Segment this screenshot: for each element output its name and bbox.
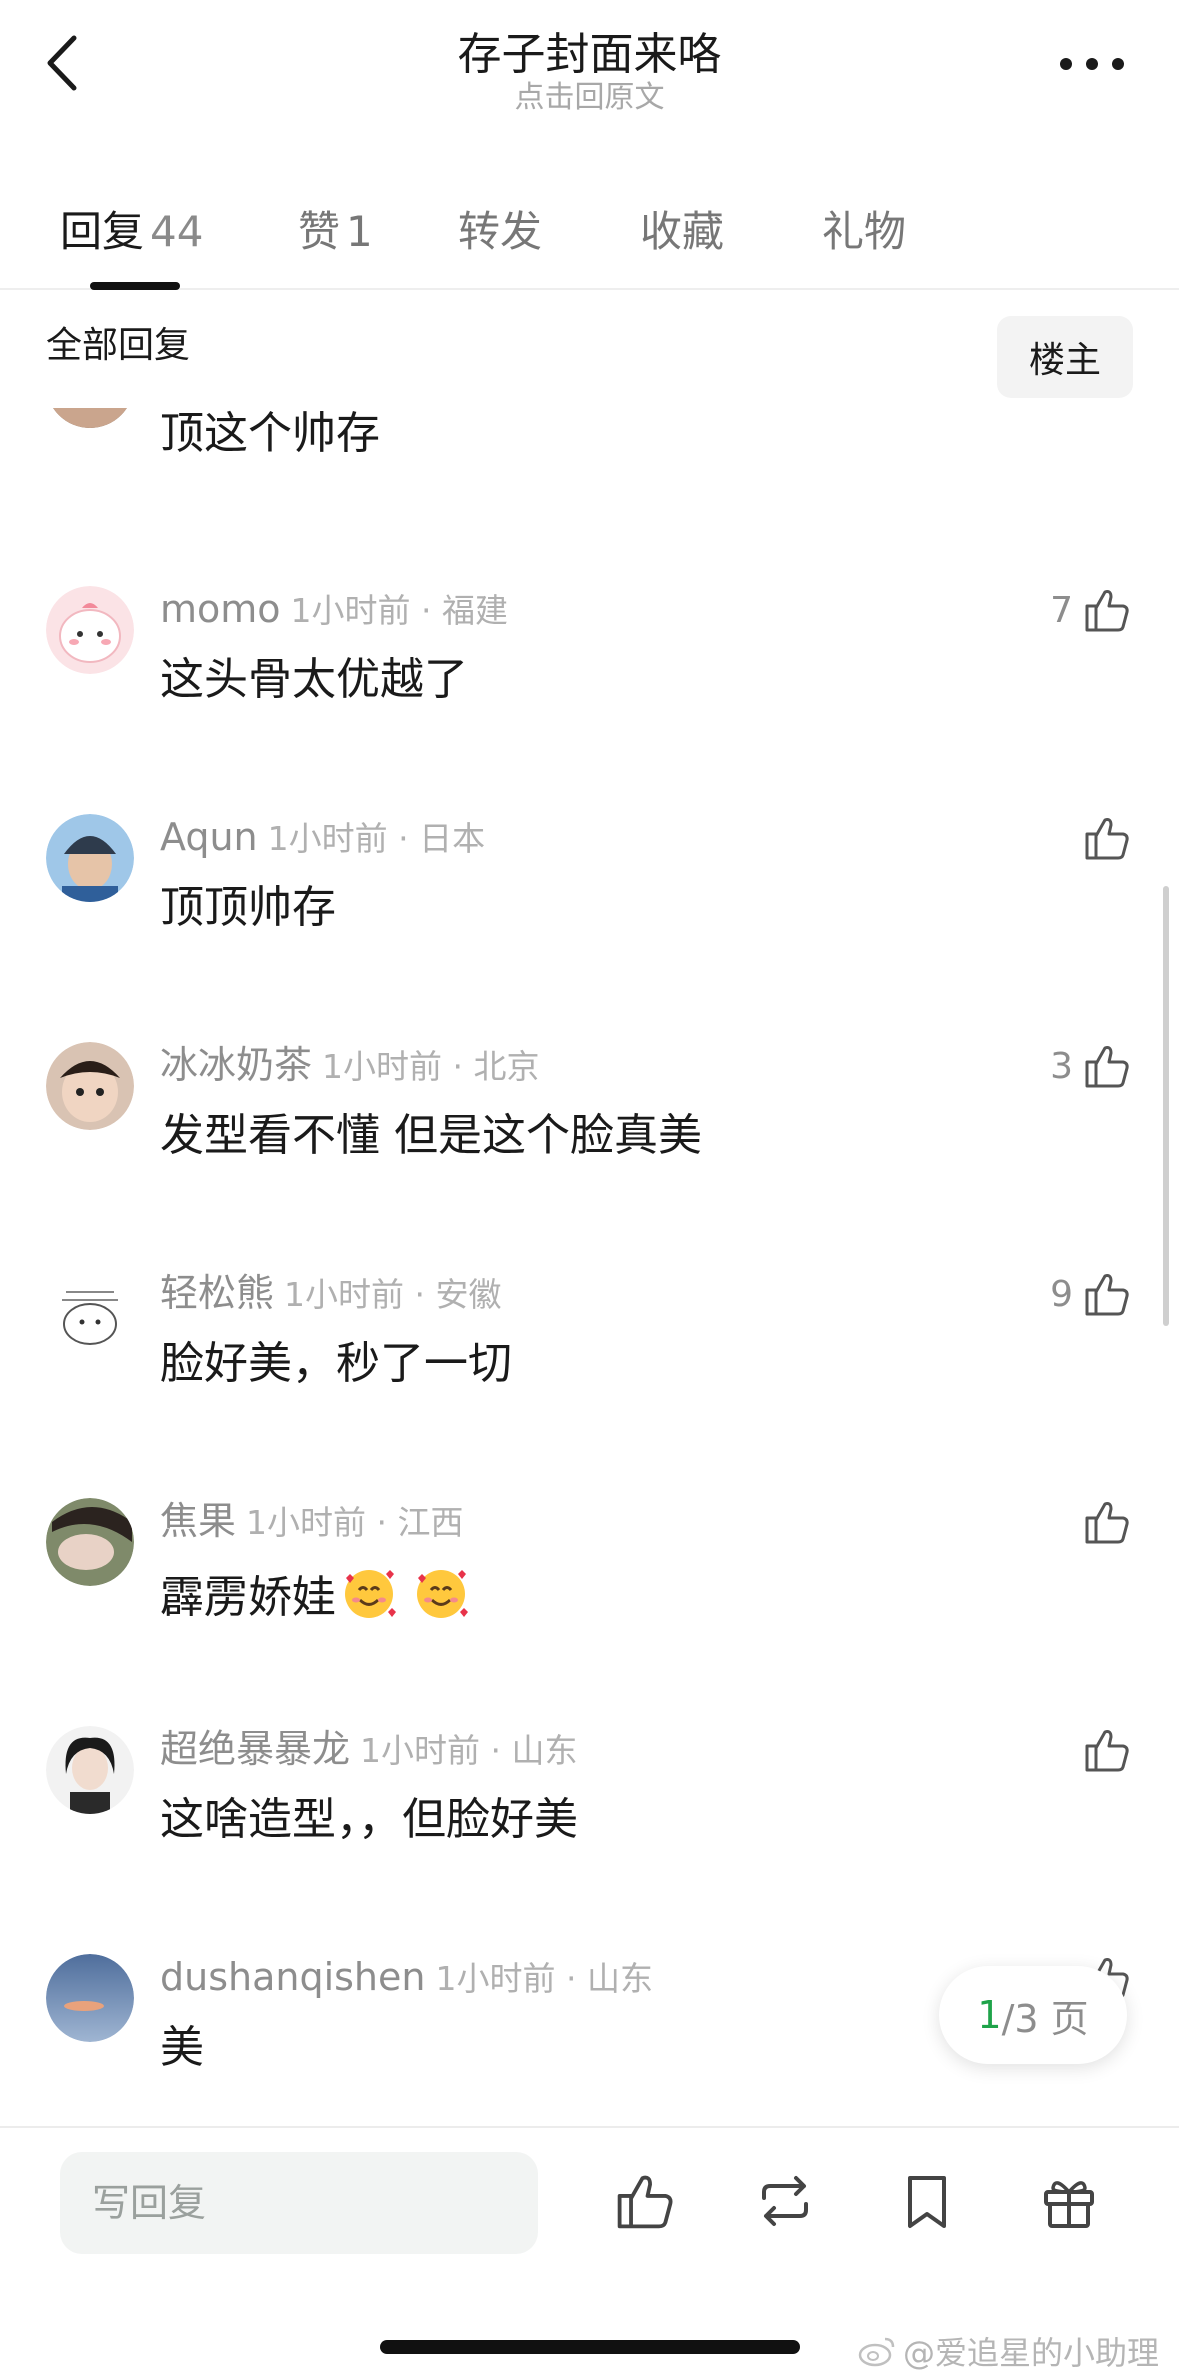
reply-input[interactable]: [60, 2152, 538, 2254]
comment-item[interactable]: 焦果 1小时前 · 江西 霹雳娇娃: [0, 1498, 1179, 1726]
like-count: 3: [1050, 1045, 1073, 1087]
page-indicator[interactable]: 1/3 页: [939, 1966, 1127, 2064]
smiling-face-with-hearts-emoji-icon: [417, 1570, 468, 1618]
tab-likes-count: 1: [346, 207, 373, 256]
comment-text-content: 霹雳娇娃: [160, 1572, 336, 1623]
like-button[interactable]: 9: [1050, 1266, 1133, 1322]
tab-likes[interactable]: 赞1: [298, 198, 373, 259]
comment-meta: 1小时前 · 安徽: [284, 1275, 502, 1314]
avatar[interactable]: [46, 1726, 134, 1814]
comment-text: 发型看不懂 但是这个脸真美: [160, 1110, 702, 1161]
gift-button[interactable]: [1036, 2168, 1102, 2234]
current-page: 1: [977, 1993, 1002, 2037]
comment-text: 脸好美，秒了一切: [160, 1338, 512, 1389]
home-indicator[interactable]: [380, 2340, 800, 2354]
repost-icon: [762, 2176, 808, 2226]
comment-text: 顶这个帅存: [160, 408, 380, 459]
like-button[interactable]: [1073, 810, 1133, 866]
avatar[interactable]: [46, 408, 134, 428]
smiling-face-with-hearts-emoji-icon: [345, 1570, 396, 1618]
comment-text: 霹雳娇娃: [160, 1564, 470, 1626]
comment-username[interactable]: 轻松熊: [160, 1271, 274, 1315]
comment-username[interactable]: 超绝暴暴龙: [160, 1727, 350, 1771]
avatar[interactable]: [46, 814, 134, 902]
bottom-action-bar: @爱追星的小助理: [0, 2126, 1179, 2379]
more-button[interactable]: [1057, 52, 1127, 76]
comment-item[interactable]: 超绝暴暴龙 1小时前 · 山东 这啥造型，，但脸好美: [0, 1726, 1179, 1954]
like-button[interactable]: 7: [1050, 582, 1133, 638]
avatar[interactable]: [46, 1498, 134, 1586]
thumbs-up-icon: [1085, 818, 1129, 860]
all-replies-filter[interactable]: 全部回复: [46, 316, 190, 368]
tab-replies[interactable]: 回复 44: [60, 198, 203, 259]
tab-favorites-label: 收藏: [640, 207, 725, 256]
comment-meta: 1小时前 · 北京: [322, 1047, 540, 1086]
active-tab-indicator: [90, 282, 180, 290]
more-dots-icon: [1060, 58, 1124, 70]
like-button[interactable]: [1073, 1722, 1133, 1778]
like-button[interactable]: 3: [1050, 1038, 1133, 1094]
avatar[interactable]: [46, 1042, 134, 1130]
like-button[interactable]: [1073, 1494, 1133, 1550]
like-post-button[interactable]: [612, 2168, 678, 2234]
top-navigation-bar: 存子封面来咯 点击回原文: [0, 0, 1179, 150]
comment-item[interactable]: momo 1小时前 · 福建 这头骨太优越了 7: [0, 586, 1179, 814]
tab-replies-count: 44: [150, 207, 204, 256]
comment-item[interactable]: Aqun 1小时前 · 日本 顶顶帅存: [0, 814, 1179, 1042]
avatar[interactable]: [46, 1954, 134, 2042]
comment-text: 这啥造型，，但脸好美: [160, 1794, 578, 1845]
comment-username[interactable]: momo: [160, 587, 281, 631]
weibo-logo-icon: [858, 2337, 895, 2367]
comment-meta: 1小时前 · 江西: [246, 1503, 464, 1542]
back-to-original-link[interactable]: 点击回原文: [0, 72, 1179, 116]
tab-likes-label: 赞: [298, 207, 341, 256]
watermark: @爱追星的小助理: [857, 2328, 1159, 2374]
comment-meta: 1小时前 · 日本: [267, 819, 486, 858]
tab-bar: 回复 44 赞1 转发 收藏 礼物: [0, 190, 1179, 290]
bookmark-button[interactable]: [894, 2168, 960, 2234]
comment-username[interactable]: dushanqishen: [160, 1955, 425, 1999]
bookmark-icon: [908, 2176, 946, 2228]
thumbs-up-icon: [1085, 590, 1129, 632]
owner-only-button[interactable]: 楼主: [997, 316, 1133, 398]
like-count: 9: [1050, 1273, 1073, 1315]
comment-username[interactable]: 冰冰奶茶: [160, 1043, 312, 1087]
tab-replies-label: 回复: [60, 207, 145, 256]
avatar[interactable]: [46, 1270, 134, 1358]
comment-list: 顶这个帅存 momo 1小时前 · 福建 这头骨太优越了 7 Aqun 1小时前…: [0, 408, 1179, 2126]
tab-reposts[interactable]: 转发: [458, 198, 542, 259]
thumbs-up-icon: [1085, 1274, 1129, 1316]
scrollbar[interactable]: [1163, 886, 1169, 1326]
comment-text: 这头骨太优越了: [160, 654, 468, 705]
comment-text: 顶顶帅存: [160, 882, 336, 933]
thumbs-up-icon: [1085, 1046, 1129, 1088]
tab-favorites[interactable]: 收藏: [640, 198, 724, 259]
tab-gifts[interactable]: 礼物: [822, 198, 906, 259]
comment-item[interactable]: 冰冰奶茶 1小时前 · 北京 发型看不懂 但是这个脸真美 3: [0, 1042, 1179, 1270]
tab-gifts-label: 礼物: [822, 207, 907, 256]
tab-reposts-label: 转发: [458, 207, 543, 256]
comment-username[interactable]: 焦果: [160, 1499, 236, 1543]
repost-button[interactable]: [752, 2168, 818, 2234]
comment-item[interactable]: 轻松熊 1小时前 · 安徽 脸好美，秒了一切 9: [0, 1270, 1179, 1498]
comment-text: 美: [160, 2022, 204, 2073]
comment-meta: 1小时前 · 福建: [290, 591, 508, 630]
thumbs-up-icon: [1085, 1502, 1129, 1544]
comment-meta: 1小时前 · 山东: [360, 1731, 578, 1770]
avatar[interactable]: [46, 586, 134, 674]
thumbs-up-icon: [617, 2175, 673, 2229]
comment-meta: 1小时前 · 山东: [435, 1959, 653, 1998]
comment-username[interactable]: Aqun: [160, 815, 258, 859]
total-pages: /3 页: [1001, 1996, 1089, 2041]
like-count: 7: [1050, 589, 1073, 631]
comment-item[interactable]: 顶这个帅存: [0, 408, 1179, 568]
gift-icon: [1044, 2181, 1094, 2228]
watermark-text: @爱追星的小助理: [902, 2334, 1159, 2372]
thumbs-up-icon: [1085, 1730, 1129, 1772]
